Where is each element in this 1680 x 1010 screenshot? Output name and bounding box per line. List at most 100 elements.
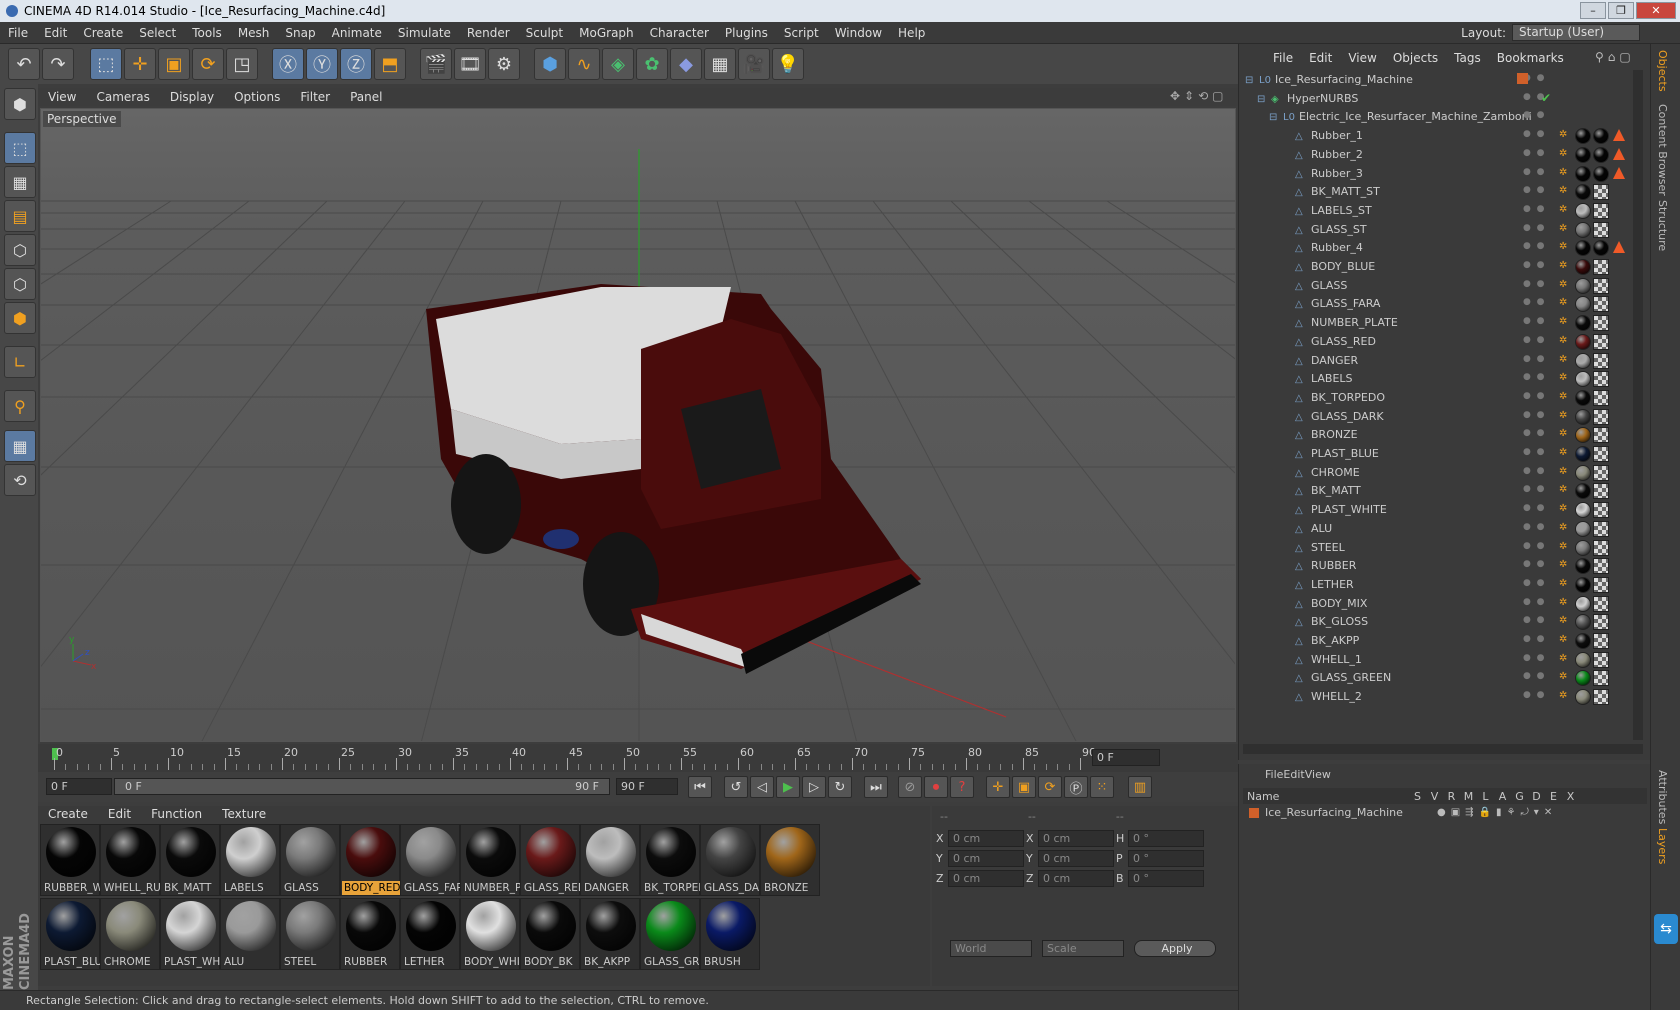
layer-column-r[interactable]: R [1443, 790, 1460, 803]
coord-value-field[interactable]: 0 ° [1128, 850, 1204, 867]
record-keys-icon[interactable]: ⊘ [898, 776, 922, 798]
layer-column-s[interactable]: S [1409, 790, 1426, 803]
material-swatch[interactable]: PLAST_WHI [160, 898, 220, 970]
points-mode-icon[interactable]: ⬡ [4, 234, 36, 266]
object-row[interactable]: △ GLASS ● ● ✲ [1239, 276, 1651, 296]
visibility-dots-icon[interactable]: ● ● [1523, 466, 1547, 476]
layout-dropdown[interactable]: Startup (User) [1512, 24, 1640, 41]
visibility-dots-icon[interactable]: ● ● [1523, 671, 1547, 681]
material-tag-icon[interactable] [1575, 539, 1591, 556]
scale-icon[interactable]: ▣ [158, 48, 190, 80]
edges-mode-icon[interactable]: ⬡ [4, 268, 36, 300]
object-menu-bookmarks[interactable]: Bookmarks [1489, 51, 1572, 65]
phong-tag-icon[interactable]: ✲ [1559, 185, 1567, 196]
uvw-tag-icon[interactable] [1593, 259, 1609, 275]
uvw-tag-icon[interactable] [1593, 614, 1609, 631]
material-swatch[interactable]: RUBBER_W [40, 824, 100, 896]
coord-value-field[interactable]: 0 cm [948, 850, 1024, 867]
material-swatch[interactable]: BRUSH [700, 898, 760, 970]
menu-select[interactable]: Select [131, 26, 184, 40]
phong-tag-icon[interactable]: ✲ [1559, 466, 1567, 477]
rotate-icon[interactable]: ⟳ [192, 48, 224, 80]
menu-edit[interactable]: Edit [36, 26, 75, 40]
material-swatch[interactable]: DANGER [580, 824, 640, 896]
phong-tag-icon[interactable]: ✲ [1559, 559, 1567, 570]
object-row[interactable]: ⊟ ◈ HyperNURBS ● ● ✔ [1239, 89, 1651, 109]
uvw-tag-icon[interactable] [1593, 446, 1609, 462]
material-tag-icon[interactable] [1575, 296, 1591, 313]
scene-floor-icon[interactable]: ▦ [704, 48, 736, 80]
menu-simulate[interactable]: Simulate [390, 26, 459, 40]
material-swatch[interactable]: GLASS_GRE [640, 898, 700, 970]
visibility-dots-icon[interactable]: ● ● [1523, 634, 1547, 644]
phong-tag-icon[interactable]: ✲ [1559, 597, 1567, 608]
object-row[interactable]: △ PLAST_BLUE ● ● ✲ [1239, 444, 1651, 464]
menu-script[interactable]: Script [776, 26, 827, 40]
tab-structure[interactable]: Structure [1656, 200, 1669, 251]
visibility-dots-icon[interactable]: ● ● [1523, 559, 1547, 569]
object-row[interactable]: △ CHROME ● ● ✲ [1239, 463, 1651, 483]
material-tag-icon[interactable] [1593, 128, 1609, 145]
key-pla-icon[interactable]: ⁙ [1090, 776, 1114, 798]
move-icon[interactable]: ✛ [124, 48, 156, 80]
layer-column-l[interactable]: L [1477, 790, 1494, 803]
object-row[interactable]: △ WHELL_2 ● ● ✲ [1239, 687, 1651, 707]
layer-column-m[interactable]: M [1460, 790, 1477, 803]
warning-icon[interactable] [1613, 129, 1625, 142]
phong-tag-icon[interactable]: ✲ [1559, 391, 1567, 402]
key-rotation-icon[interactable]: ⟳ [1038, 776, 1062, 798]
material-menu-edit[interactable]: Edit [98, 807, 141, 821]
workplane-mode-icon[interactable]: ▤ [4, 200, 36, 232]
layer-column-x[interactable]: X [1562, 790, 1579, 803]
range-slider[interactable]: 0 F 90 F [114, 778, 610, 795]
layer-menu-file[interactable]: File [1265, 768, 1283, 781]
next-frame-icon[interactable]: ▷ [802, 776, 826, 798]
material-swatch[interactable]: LETHER [400, 898, 460, 970]
material-menu-function[interactable]: Function [141, 807, 212, 821]
viewport-menu-display[interactable]: Display [160, 90, 224, 104]
expand-icon[interactable]: ⊟ [1245, 75, 1253, 86]
object-row[interactable]: △ BRONZE ● ● ✲ [1239, 425, 1651, 445]
uvw-tag-icon[interactable] [1593, 333, 1609, 350]
uvw-tag-icon[interactable] [1593, 277, 1609, 294]
phong-tag-icon[interactable]: ✲ [1559, 129, 1567, 140]
viewport-menu-panel[interactable]: Panel [340, 90, 392, 104]
visibility-dots-icon[interactable]: ● ● [1523, 110, 1547, 120]
coord-value-field[interactable]: 0 cm [948, 870, 1024, 887]
warning-icon[interactable] [1613, 147, 1625, 160]
spline-icon[interactable]: ∿ [568, 48, 600, 80]
object-row[interactable]: △ BK_GLOSS ● ● ✲ [1239, 612, 1651, 632]
material-tag-icon[interactable] [1575, 576, 1591, 593]
material-tag-icon[interactable] [1575, 352, 1591, 369]
phong-tag-icon[interactable]: ✲ [1559, 279, 1567, 290]
maximize-button[interactable]: ❐ [1608, 2, 1634, 19]
menu-plugins[interactable]: Plugins [717, 26, 776, 40]
material-swatch[interactable]: BODY_WHI [460, 898, 520, 970]
phong-tag-icon[interactable]: ✲ [1559, 167, 1567, 178]
tab-objects[interactable]: Objects [1656, 50, 1669, 92]
model-mode-icon[interactable]: ⬚ [4, 132, 36, 164]
menu-mesh[interactable]: Mesh [230, 26, 278, 40]
visibility-dots-icon[interactable]: ● ● [1523, 316, 1547, 326]
visibility-dots-icon[interactable]: ● ● [1523, 260, 1547, 270]
phong-tag-icon[interactable]: ✲ [1559, 484, 1567, 495]
visibility-dots-icon[interactable]: ● ● [1523, 279, 1547, 289]
viewport-menu-filter[interactable]: Filter [290, 90, 340, 104]
coord-value-field[interactable]: 0 ° [1128, 870, 1204, 887]
visibility-dots-icon[interactable]: ● ● [1523, 597, 1547, 607]
phong-tag-icon[interactable]: ✲ [1559, 447, 1567, 458]
menu-sculpt[interactable]: Sculpt [518, 26, 571, 40]
material-tag-icon[interactable] [1575, 240, 1591, 257]
object-row[interactable]: △ Rubber_4 ● ● ✲ [1239, 238, 1651, 258]
object-row[interactable]: △ BK_TORPEDO ● ● ✲ [1239, 388, 1651, 408]
timeline-ruler[interactable]: 0 5 10 15 20 25 30 35 40 45 50 55 60 65 70 75 80 85 90 0 F [38, 744, 1238, 772]
menu-character[interactable]: Character [642, 26, 717, 40]
object-row[interactable]: △ GLASS_DARK ● ● ✲ [1239, 407, 1651, 427]
menu-create[interactable]: Create [75, 26, 131, 40]
coord-value-field[interactable]: 0 cm [1038, 850, 1114, 867]
tab-content-browser[interactable]: Content Browser [1656, 104, 1669, 196]
uvw-tag-icon[interactable] [1593, 558, 1609, 575]
layer-column-e[interactable]: E [1545, 790, 1562, 803]
visibility-dots-icon[interactable]: ● ● [1523, 223, 1547, 233]
close-button[interactable]: ✕ [1636, 2, 1676, 19]
